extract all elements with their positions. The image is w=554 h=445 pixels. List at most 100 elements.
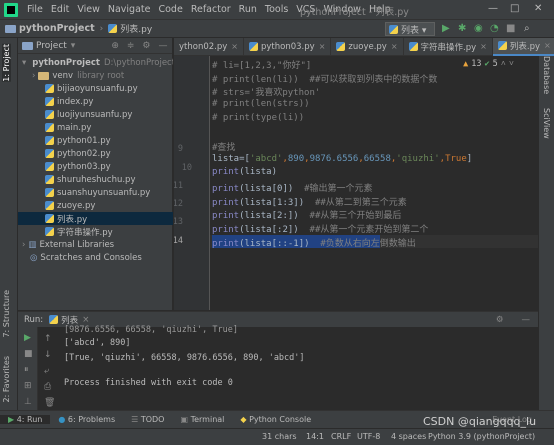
hide-icon[interactable]: — [522,315,531,325]
pause-icon[interactable]: ⏸ [24,365,29,375]
menu-view[interactable]: View [73,4,104,15]
close-icon[interactable]: × [231,42,238,51]
status-indent[interactable]: 4 spaces [391,432,426,441]
tab-terminal[interactable]: ▣ Terminal [172,415,232,424]
tree-item-external-libraries[interactable]: › ▥ External Libraries [18,238,173,251]
close-icon[interactable]: × [391,42,398,51]
project-tool-tab[interactable]: 1: Project [2,44,11,82]
tree-item-venv[interactable]: › venv library root [18,69,173,82]
close-icon[interactable]: × [319,42,326,51]
tree-item-root[interactable]: ▾ pythonProject D:\pythonProject [18,56,173,69]
maximize-button[interactable]: □ [510,3,519,14]
minimize-button[interactable]: — [488,3,498,14]
profile-icon[interactable]: ◔ [490,23,499,34]
inspection-widget[interactable]: ▲ 13 ✔ 5 ˄ ˅ [463,59,514,69]
line-number: 9 [177,144,183,154]
gear-icon[interactable]: ⚙ [142,41,150,51]
code-token-string: 'abcd' [249,154,283,164]
tab-python03[interactable]: python03.py × [244,37,332,56]
code-token-string: 'qiuzhi' [396,154,440,164]
close-icon[interactable]: × [480,42,487,51]
project-panel-header: Project ▾ ⊕ ≑ ⚙ — [18,38,172,54]
locate-icon[interactable]: ⊕ [111,41,119,51]
soft-wrap-icon[interactable]: ⤶ [44,366,49,376]
chevron-up-icon[interactable]: ˄ [501,59,506,69]
status-interpreter[interactable]: Python 3.9 (pythonProject) [428,432,535,441]
tree-item-file[interactable]: main.py [18,121,173,134]
menu-run[interactable]: Run [235,4,261,15]
menu-file[interactable]: File [23,4,47,15]
tree-item-file-selected[interactable]: 列表.py [18,212,173,225]
code-token-builtin: print [212,184,240,194]
coverage-icon[interactable]: ◉ [474,23,483,34]
chevron-down-icon[interactable]: ▾ [71,41,76,51]
code-token: (lista[2:]) [239,211,310,221]
tab-python02[interactable]: ython02.py × [174,37,244,56]
menu-navigate[interactable]: Navigate [104,4,155,15]
status-encoding[interactable]: UTF-8 [357,432,380,441]
favorites-tool-tab[interactable]: 2: Favorites [2,356,11,402]
chevron-right-icon: › [32,70,36,81]
tab-list[interactable]: 列表.py × [492,37,554,56]
status-position[interactable]: 14:1 [306,432,324,441]
tab-zuoye[interactable]: zuoye.py × [331,37,404,56]
navigation-bar: pythonProject › 列表.py 列表 ▾ ▶ ✱ ◉ ◔ ■ ⌕ [0,20,554,38]
arrow-down-icon[interactable]: ↓ [44,350,52,360]
menu-edit[interactable]: Edit [47,4,73,15]
tree-item-file[interactable]: 字符串操作.py [18,225,173,238]
hide-icon[interactable]: — [159,41,168,51]
python-file-icon [45,84,54,93]
gear-icon[interactable]: ⚙ [496,315,504,325]
debug-icon[interactable]: ✱ [458,23,466,34]
run-config-tab[interactable]: 列表 [61,314,78,326]
tree-item-file[interactable]: python03.py [18,160,173,173]
tree-item-file[interactable]: zuoye.py [18,199,173,212]
breadcrumb-file[interactable]: 列表.py [120,22,152,35]
pin-icon[interactable]: ⊥ [24,397,32,407]
run-icon[interactable]: ▶ [442,23,450,34]
console-output-line: ['abcd', 890] [64,338,131,348]
trash-icon[interactable]: 🗑 [44,398,55,408]
structure-tool-tab[interactable]: 7: Structure [2,290,11,338]
menu-code[interactable]: Code [154,4,186,15]
chevron-down-icon[interactable]: ˅ [509,59,514,69]
code-editor[interactable]: 9 10 11 12 13 14 ▲ 13 ✔ 5 ˄ ˅ # li=[1,2,… [174,56,538,310]
sciview-tool-tab[interactable]: SciView [542,108,551,139]
tab-todo[interactable]: ☰ TODO [123,415,172,424]
chevron-right-icon: › [22,239,26,250]
search-icon[interactable]: ⌕ [524,23,530,34]
close-icon[interactable]: × [82,315,89,325]
close-icon[interactable]: × [544,41,551,50]
tree-item-file[interactable]: luojiyunsuanfu.py [18,108,173,121]
tab-run[interactable]: ▶ 4: Run [0,415,51,424]
print-icon[interactable]: ⎙ [44,382,51,392]
tree-item-scratches[interactable]: ◎ Scratches and Consoles [18,251,173,264]
menu-refactor[interactable]: Refactor [187,4,235,15]
layout-icon[interactable]: ⊞ [24,381,32,391]
tree-item-file[interactable]: python02.py [18,147,173,160]
tree-item-file[interactable]: suanshuyunsuanfu.py [18,186,173,199]
tree-item-file[interactable]: bijiaoyunsuanfu.py [18,82,173,95]
pycharm-logo-icon [4,2,18,17]
menu-tools[interactable]: Tools [261,4,292,15]
run-configuration-select[interactable]: 列表 ▾ [385,22,435,36]
tab-string-ops[interactable]: 字符串操作.py × [404,37,493,56]
breadcrumb-project[interactable]: pythonProject [19,23,95,34]
project-panel-title[interactable]: Project [36,41,67,51]
rerun-icon[interactable]: ▶ [24,333,31,343]
tree-item-file[interactable]: shuruheshuchu.py [18,173,173,186]
tree-file-label: zuoye.py [57,200,96,211]
close-window-button[interactable]: ✕ [534,3,542,14]
tab-problems[interactable]: ● 6: Problems [50,415,123,424]
tab-python-console[interactable]: ◆ Python Console [232,415,319,424]
code-token-number: 9876.6556 [309,154,359,164]
tree-item-file[interactable]: index.py [18,95,173,108]
stop-icon[interactable]: ■ [24,349,33,359]
status-line-separator[interactable]: CRLF [331,432,351,441]
tree-item-file[interactable]: python01.py [18,134,173,147]
database-tool-tab[interactable]: Database [542,56,551,94]
arrow-up-icon[interactable]: ↑ [44,334,52,344]
stop-icon[interactable]: ■ [506,23,515,34]
collapse-icon[interactable]: ≑ [127,41,135,51]
line-number: 10 [181,163,192,173]
